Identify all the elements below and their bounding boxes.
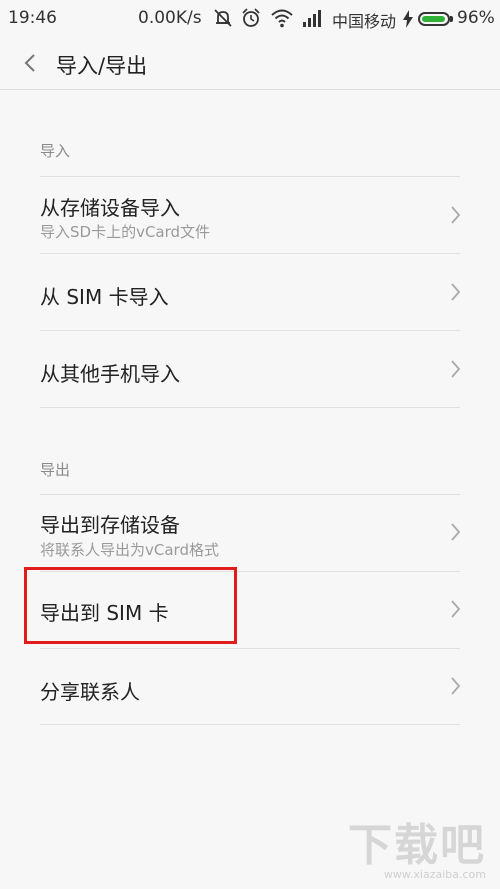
section-label-export: 导出 xyxy=(40,461,71,479)
back-button[interactable] xyxy=(14,46,48,80)
status-carrier: 中国移动 xyxy=(332,12,397,31)
divider xyxy=(40,407,460,408)
item-title: 从存储设备导入 xyxy=(40,196,180,220)
battery-icon xyxy=(418,12,450,26)
charging-icon xyxy=(403,10,413,28)
list-item-import-from-other-phone[interactable]: 从其他手机导入 xyxy=(0,331,500,407)
item-subtitle: 导入SD卡上的vCard文件 xyxy=(40,223,211,241)
app-header: 导入/导出 xyxy=(0,36,500,90)
page-title: 导入/导出 xyxy=(56,54,148,78)
status-bar: 19:46 0.00K/s 中国移动 96% xyxy=(0,0,500,36)
chevron-left-icon xyxy=(24,54,35,72)
list-item-export-to-storage[interactable]: 导出到存储设备 将联系人导出为vCard格式 xyxy=(0,495,500,571)
list-item-import-from-storage[interactable]: 从存储设备导入 导入SD卡上的vCard文件 xyxy=(0,177,500,253)
highlight-annotation-box xyxy=(24,567,237,644)
wifi-icon xyxy=(271,9,293,28)
chevron-right-icon xyxy=(451,206,461,224)
alarm-icon xyxy=(242,8,260,27)
list-item-import-from-sim[interactable]: 从 SIM 卡导入 xyxy=(0,254,500,330)
status-net-speed: 0.00K/s xyxy=(138,8,202,28)
section-label-import: 导入 xyxy=(40,142,71,160)
item-title: 导出到存储设备 xyxy=(40,513,180,537)
list-item-share-contacts[interactable]: 分享联系人 xyxy=(0,649,500,725)
chevron-right-icon xyxy=(451,600,461,618)
status-battery-percent: 96% xyxy=(457,8,495,28)
chevron-right-icon xyxy=(451,523,461,541)
watermark: 下载吧 www.xiazaiba.com xyxy=(348,820,486,882)
chevron-right-icon xyxy=(451,360,461,378)
item-subtitle: 将联系人导出为vCard格式 xyxy=(40,541,219,559)
item-title: 从 SIM 卡导入 xyxy=(40,285,169,309)
item-title: 分享联系人 xyxy=(40,680,140,704)
chevron-right-icon xyxy=(451,677,461,695)
battery-tip xyxy=(450,16,453,22)
status-time: 19:46 xyxy=(8,8,57,28)
signal-icon xyxy=(303,10,321,27)
chevron-right-icon xyxy=(451,283,461,301)
divider xyxy=(40,724,460,725)
battery-level xyxy=(422,16,446,22)
item-title: 从其他手机导入 xyxy=(40,362,180,386)
watermark-logo: 下载吧 xyxy=(348,820,486,871)
mute-icon xyxy=(214,9,232,27)
